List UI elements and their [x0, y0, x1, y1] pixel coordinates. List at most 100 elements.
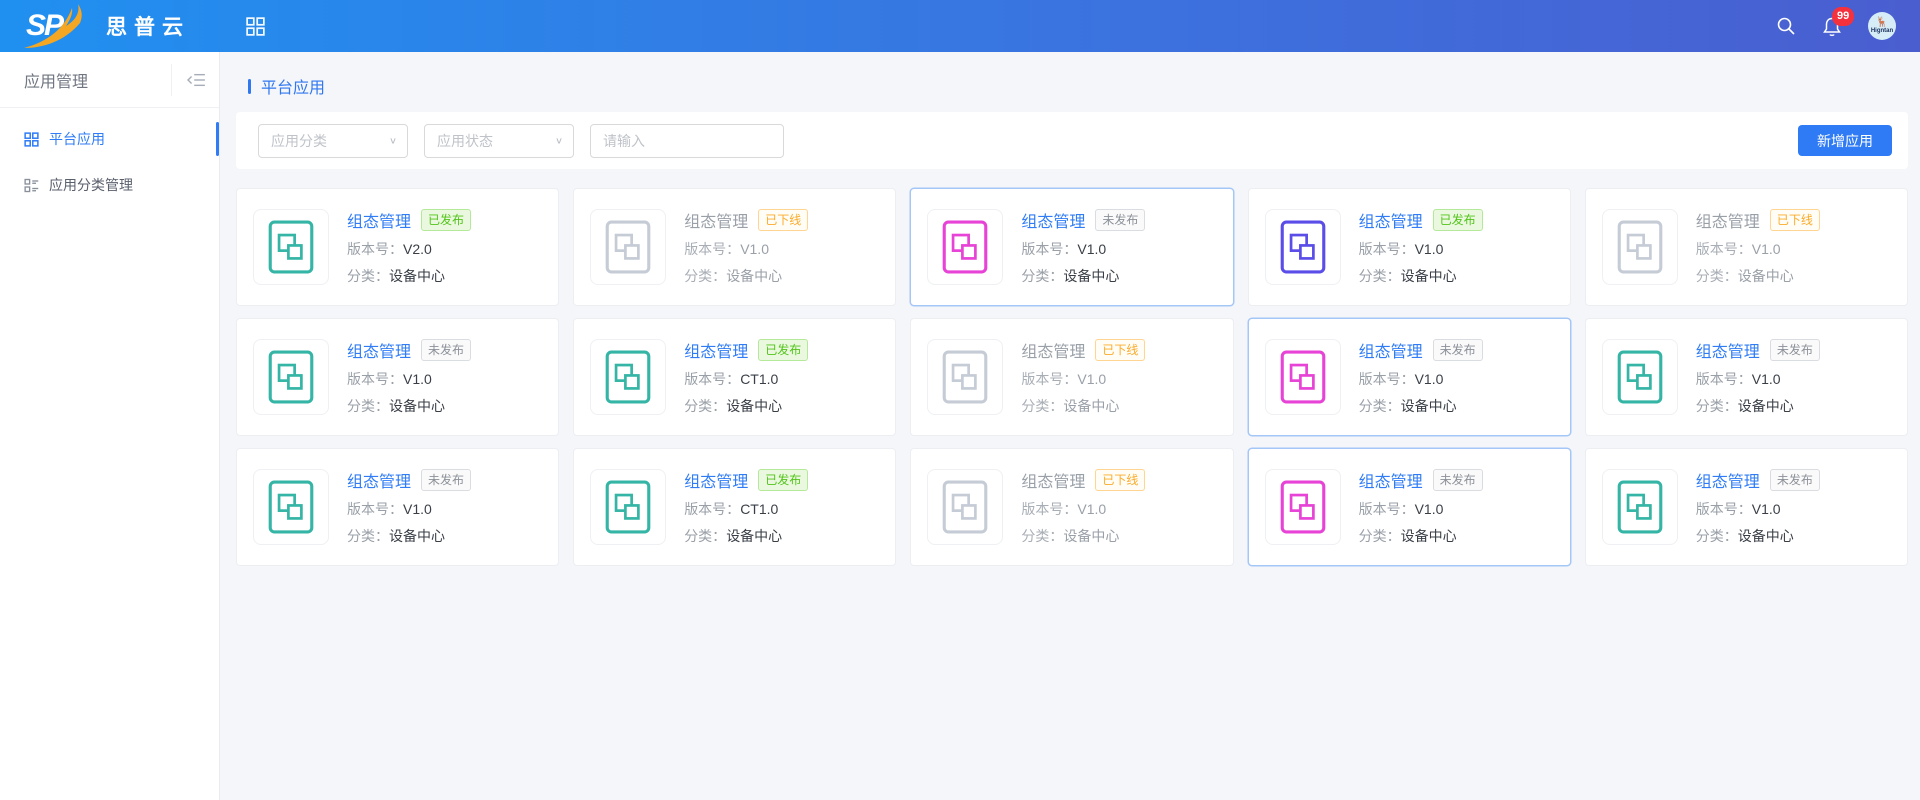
app-card[interactable]: 组态管理 已发布 版本号：CT1.0 分类：设备中心	[573, 448, 896, 566]
category-row: 分类：设备中心	[1359, 526, 1483, 546]
search-icon[interactable]	[1776, 16, 1796, 36]
app-card-body: 组态管理 未发布 版本号：V1.0 分类：设备中心	[347, 338, 471, 416]
version-row: 版本号：V1.0	[1696, 499, 1820, 519]
sidebar-menu: 平台应用 应用分类管理	[0, 108, 219, 208]
app-category-select[interactable]: 应用分类 ∨	[258, 124, 408, 158]
version-row: 版本号：V1.0	[1696, 239, 1820, 259]
category-row: 分类：设备中心	[347, 526, 471, 546]
app-title-link[interactable]: 组态管理	[1359, 468, 1423, 492]
app-card-body: 组态管理 已下线 版本号：V1.0 分类：设备中心	[1021, 338, 1145, 416]
search-input[interactable]	[590, 124, 784, 158]
apps-grid-icon[interactable]	[246, 17, 265, 36]
logo-title: 思普云	[106, 11, 190, 41]
app-title-link[interactable]: 组态管理	[347, 208, 411, 232]
app-icon-box	[590, 469, 666, 545]
category-row: 分类：设备中心	[1359, 396, 1483, 416]
category-row: 分类：设备中心	[684, 526, 808, 546]
app-card[interactable]: 组态管理 未发布 版本号：V1.0 分类：设备中心	[1585, 448, 1908, 566]
status-badge: 已发布	[758, 339, 808, 361]
overlapping-squares-icon	[268, 350, 314, 404]
overlapping-squares-icon	[605, 220, 651, 274]
notifications-bell-icon[interactable]: 99	[1822, 16, 1842, 37]
app-card[interactable]: 组态管理 已发布 版本号：CT1.0 分类：设备中心	[573, 318, 896, 436]
sidebar-title: 应用管理	[0, 68, 171, 92]
app-status-select[interactable]: 应用状态 ∨	[424, 124, 574, 158]
sidebar-item-platform-apps[interactable]: 平台应用	[0, 116, 219, 162]
category-row: 分类：设备中心	[1021, 266, 1145, 286]
sidebar-collapse-icon[interactable]	[171, 64, 219, 96]
category-row: 分类：设备中心	[1359, 266, 1483, 286]
app-title-link[interactable]: 组态管理	[1021, 338, 1085, 362]
overlapping-squares-icon	[1280, 220, 1326, 274]
app-card[interactable]: 组态管理 已发布 版本号：V2.0 分类：设备中心	[236, 188, 559, 306]
add-app-button[interactable]: 新增应用	[1798, 125, 1892, 156]
app-icon-box	[253, 339, 329, 415]
overlapping-squares-icon	[605, 480, 651, 534]
app-card[interactable]: 组态管理 已发布 版本号：V1.0 分类：设备中心	[1248, 188, 1571, 306]
logo-mark: SP	[26, 6, 92, 46]
overlapping-squares-icon	[605, 350, 651, 404]
avatar[interactable]: 🦌 Higntan	[1868, 12, 1896, 40]
category-row: 分类：设备中心	[347, 396, 471, 416]
app-title-link[interactable]: 组态管理	[347, 338, 411, 362]
overlapping-squares-icon	[1280, 350, 1326, 404]
version-row: 版本号：V1.0	[347, 369, 471, 389]
filter-bar: 应用分类 ∨ 应用状态 ∨ 新增应用	[236, 112, 1908, 169]
page-title-row: 平台应用	[248, 74, 1908, 98]
status-badge: 已下线	[1095, 469, 1145, 491]
version-row: 版本号：CT1.0	[684, 499, 808, 519]
status-badge: 未发布	[1770, 339, 1820, 361]
version-row: 版本号：V1.0	[1359, 499, 1483, 519]
app-title-link[interactable]: 组态管理	[684, 468, 748, 492]
category-list-icon	[24, 178, 39, 193]
overlapping-squares-icon	[1617, 480, 1663, 534]
app-icon-box	[927, 339, 1003, 415]
app-card[interactable]: 组态管理 已下线 版本号：V1.0 分类：设备中心	[910, 448, 1233, 566]
version-row: 版本号：V1.0	[684, 239, 808, 259]
avatar-label: Higntan	[1871, 28, 1893, 35]
status-badge: 已下线	[758, 209, 808, 231]
overlapping-squares-icon	[268, 220, 314, 274]
app-card[interactable]: 组态管理 未发布 版本号：V1.0 分类：设备中心	[910, 188, 1233, 306]
app-card-body: 组态管理 未发布 版本号：V1.0 分类：设备中心	[1021, 208, 1145, 286]
app-card[interactable]: 组态管理 未发布 版本号：V1.0 分类：设备中心	[1248, 318, 1571, 436]
app-title-link[interactable]: 组态管理	[684, 338, 748, 362]
app-icon-box	[253, 469, 329, 545]
app-title-link[interactable]: 组态管理	[1359, 338, 1423, 362]
app-icon-box	[253, 209, 329, 285]
app-card[interactable]: 组态管理 已下线 版本号：V1.0 分类：设备中心	[910, 318, 1233, 436]
overlapping-squares-icon	[1280, 480, 1326, 534]
app-card-body: 组态管理 未发布 版本号：V1.0 分类：设备中心	[1696, 468, 1820, 546]
app-card[interactable]: 组态管理 已下线 版本号：V1.0 分类：设备中心	[573, 188, 896, 306]
app-logo: SP 思普云	[26, 6, 190, 46]
app-title-link[interactable]: 组态管理	[684, 208, 748, 232]
app-title-link[interactable]: 组态管理	[1021, 468, 1085, 492]
overlapping-squares-icon	[942, 350, 988, 404]
app-title-link[interactable]: 组态管理	[1359, 208, 1423, 232]
version-row: 版本号：V1.0	[347, 499, 471, 519]
app-card[interactable]: 组态管理 已下线 版本号：V1.0 分类：设备中心	[1585, 188, 1908, 306]
app-card[interactable]: 组态管理 未发布 版本号：V1.0 分类：设备中心	[1585, 318, 1908, 436]
app-card[interactable]: 组态管理 未发布 版本号：V1.0 分类：设备中心	[236, 318, 559, 436]
status-badge: 未发布	[1433, 339, 1483, 361]
app-title-link[interactable]: 组态管理	[1696, 338, 1760, 362]
app-title-link[interactable]: 组态管理	[347, 468, 411, 492]
header-actions: 99 🦌 Higntan	[1776, 12, 1896, 40]
app-card-body: 组态管理 未发布 版本号：V1.0 分类：设备中心	[1696, 338, 1820, 416]
category-row: 分类：设备中心	[1696, 266, 1820, 286]
app-card[interactable]: 组态管理 未发布 版本号：V1.0 分类：设备中心	[1248, 448, 1571, 566]
app-card[interactable]: 组态管理 未发布 版本号：V1.0 分类：设备中心	[236, 448, 559, 566]
app-icon-box	[590, 339, 666, 415]
app-title-link[interactable]: 组态管理	[1021, 208, 1085, 232]
category-row: 分类：设备中心	[1021, 396, 1145, 416]
app-title-link[interactable]: 组态管理	[1696, 468, 1760, 492]
status-badge: 未发布	[421, 469, 471, 491]
category-row: 分类：设备中心	[1696, 526, 1820, 546]
app-title-link[interactable]: 组态管理	[1696, 208, 1760, 232]
sidebar: 应用管理 平台应用	[0, 52, 220, 800]
version-row: 版本号：V2.0	[347, 239, 471, 259]
app-card-body: 组态管理 已下线 版本号：V1.0 分类：设备中心	[684, 208, 808, 286]
sidebar-item-app-categories[interactable]: 应用分类管理	[0, 162, 219, 208]
select-placeholder: 应用状态	[437, 131, 493, 151]
chevron-down-icon: ∨	[555, 135, 563, 145]
